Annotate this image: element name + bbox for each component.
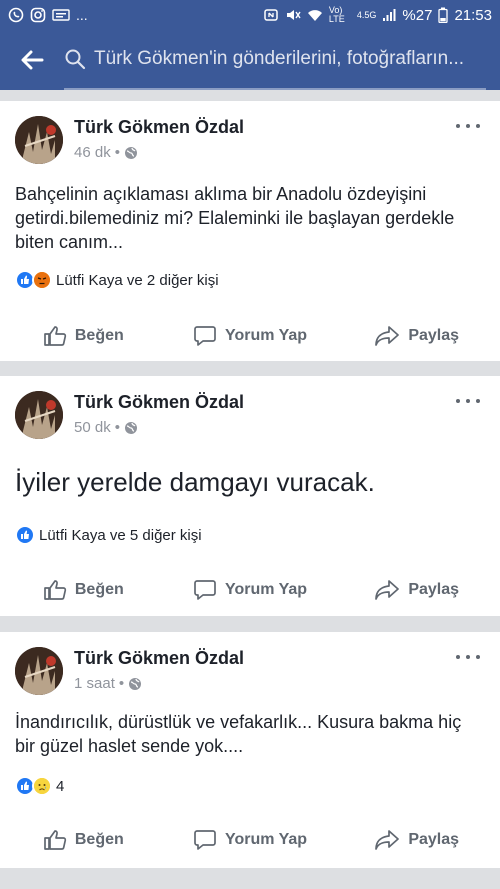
- avatar[interactable]: [15, 647, 63, 695]
- mute-icon: [285, 8, 301, 22]
- sad-reaction-icon: [32, 776, 52, 796]
- post-actions: Beğen Yorum Yap Paylaş: [0, 565, 500, 615]
- instagram-icon: [30, 7, 46, 23]
- wifi-icon: [307, 8, 323, 22]
- comment-button[interactable]: Yorum Yap: [167, 565, 334, 615]
- share-button[interactable]: Paylaş: [333, 565, 500, 615]
- angry-reaction-icon: [32, 270, 52, 290]
- reaction-text: Lütfi Kaya ve 5 diğer kişi: [39, 526, 202, 544]
- dot-separator: •: [114, 419, 120, 436]
- reaction-summary[interactable]: Lütfi Kaya ve 5 diğer kişi: [15, 524, 202, 546]
- post-actions: Beğen Yorum Yap Paylaş: [0, 815, 500, 865]
- globe-icon: [124, 146, 137, 159]
- reaction-text: Lütfi Kaya ve 2 diğer kişi: [56, 271, 219, 289]
- like-button[interactable]: Beğen: [0, 815, 167, 865]
- search-placeholder: Türk Gökmen'in gönderilerini, fotoğrafla…: [94, 48, 465, 69]
- post-time[interactable]: 1 saat: [74, 675, 115, 692]
- back-arrow-icon: [21, 50, 44, 70]
- post-card: Türk Gökmen Özdal 1 saat • İnandırıcılık…: [0, 632, 500, 868]
- share-label: Paylaş: [408, 327, 460, 344]
- post-text: Bahçelinin açıklaması aklıma bir Anadolu…: [15, 184, 455, 252]
- more-options-button[interactable]: [456, 394, 480, 408]
- post-meta: 50 dk •: [74, 419, 138, 436]
- clock: 21:53: [454, 6, 492, 24]
- share-icon: [375, 830, 400, 850]
- like-label: Beğen: [74, 581, 124, 598]
- share-label: Paylaş: [408, 831, 460, 848]
- nfc-icon: [263, 8, 279, 22]
- post-author[interactable]: Türk Gökmen Özdal: [74, 392, 244, 413]
- comment-icon: [194, 830, 216, 850]
- avatar[interactable]: [15, 116, 63, 164]
- like-button[interactable]: Beğen: [0, 565, 167, 615]
- comment-label: Yorum Yap: [224, 831, 308, 848]
- comment-button[interactable]: Yorum Yap: [167, 311, 334, 361]
- share-icon: [375, 580, 400, 600]
- post-author[interactable]: Türk Gökmen Özdal: [74, 648, 244, 669]
- dot-separator: •: [118, 675, 125, 692]
- post-meta: 1 saat •: [74, 675, 142, 692]
- like-reaction-icon: [15, 525, 35, 545]
- thumbs-up-icon: [44, 830, 67, 850]
- more-options-button[interactable]: [456, 650, 480, 664]
- battery-icon: [438, 7, 449, 23]
- post-time[interactable]: 46 dk: [74, 144, 111, 161]
- comment-icon: [194, 326, 216, 346]
- post-author[interactable]: Türk Gökmen Özdal: [74, 117, 244, 138]
- post-card: Türk Gökmen Özdal 46 dk • Bahçelinin açı…: [0, 101, 500, 361]
- whatsapp-icon: [8, 7, 24, 23]
- back-button[interactable]: [0, 30, 64, 90]
- post-time[interactable]: 50 dk: [74, 419, 111, 436]
- comment-icon: [194, 580, 216, 600]
- post-actions: Beğen Yorum Yap Paylaş: [0, 311, 500, 361]
- post-meta: 46 dk •: [74, 144, 138, 161]
- share-label: Paylaş: [408, 581, 460, 598]
- like-label: Beğen: [74, 327, 124, 344]
- thumbs-up-icon: [44, 326, 67, 346]
- reaction-summary[interactable]: Lütfi Kaya ve 2 diğer kişi: [15, 269, 219, 291]
- dot-separator: •: [114, 144, 120, 161]
- like-label: Beğen: [74, 831, 124, 848]
- network-gen: 4.5G: [356, 10, 377, 20]
- globe-icon: [124, 421, 137, 434]
- comment-button[interactable]: Yorum Yap: [167, 815, 334, 865]
- reaction-summary[interactable]: 4: [15, 775, 64, 797]
- comment-label: Yorum Yap: [224, 327, 308, 344]
- signal-icon: [382, 8, 396, 22]
- globe-icon: [129, 677, 142, 690]
- more-options-button[interactable]: [456, 119, 480, 133]
- share-button[interactable]: Paylaş: [333, 815, 500, 865]
- comment-label: Yorum Yap: [224, 581, 308, 598]
- post-card: Türk Gökmen Özdal 50 dk • İyiler yerelde…: [0, 376, 500, 616]
- avatar[interactable]: [15, 391, 63, 439]
- post-text: İnandırıcılık, dürüstlük ve vefakarlık..…: [15, 712, 462, 756]
- share-icon: [375, 326, 400, 346]
- thumbs-up-icon: [44, 580, 67, 600]
- search-header: Türk Gökmen'in gönderilerini, fotoğrafla…: [0, 30, 500, 90]
- search-icon: [64, 48, 94, 70]
- share-button[interactable]: Paylaş: [333, 311, 500, 361]
- battery-percent: %27: [402, 6, 433, 24]
- like-button[interactable]: Beğen: [0, 311, 167, 361]
- status-bar: ... Vo) LTE 4.5G %27 21:53: [0, 0, 500, 30]
- reaction-count: 4: [56, 777, 65, 795]
- search-input[interactable]: Türk Gökmen'in gönderilerini, fotoğrafla…: [64, 30, 486, 90]
- network-label: Vo) LTE: [328, 5, 345, 24]
- sms-icon: [52, 8, 70, 22]
- status-dots: ...: [76, 7, 88, 23]
- post-text: İyiler yerelde damgayı vuracak.: [15, 467, 375, 497]
